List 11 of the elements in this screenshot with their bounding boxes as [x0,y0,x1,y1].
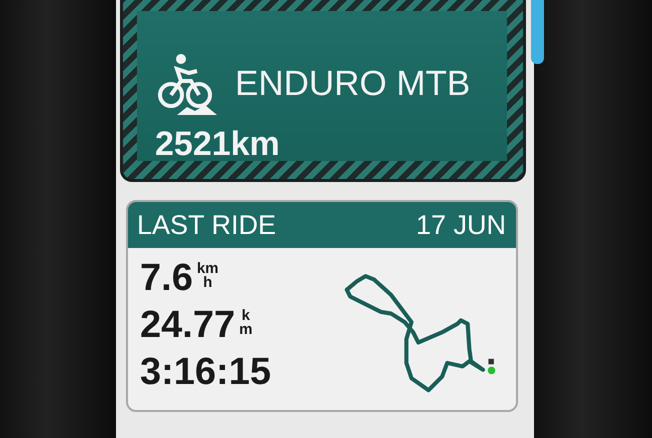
profile-name: ENDURO MTB [235,64,470,104]
stat-unit: k m [239,309,252,337]
stat-value: 3:16:15 [140,350,271,394]
ride-date: 17 JUN [416,210,506,240]
profile-card[interactable]: ENDURO MTB 2521km [120,0,526,182]
stat-unit: km h [196,262,219,290]
card-title: LAST RIDE [137,210,276,240]
total-distance: 2521km [155,125,280,164]
stat-value: 7.6 [140,256,193,300]
stat-value: 24.77 [140,303,236,347]
scroll-bar [531,0,544,64]
